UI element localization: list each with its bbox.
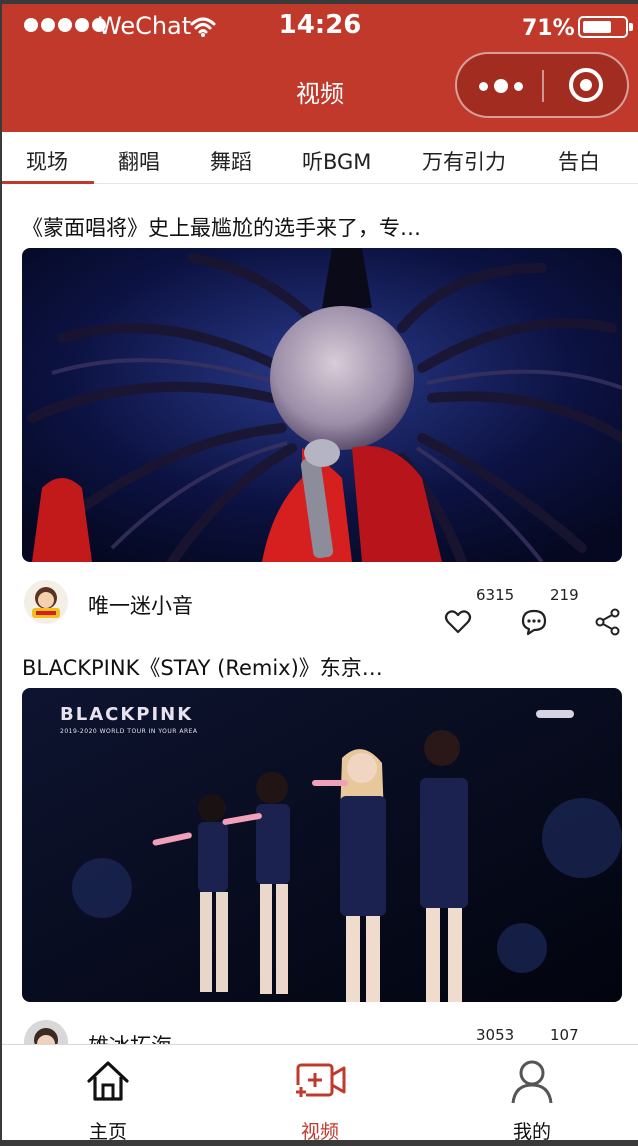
video-thumbnail[interactable]: BLACKPINK 2019-2020 WORLD TOUR IN YOUR A… <box>22 688 622 1002</box>
tabbar-label: 视频 <box>300 1121 339 1140</box>
like-count: 6315 <box>476 586 515 604</box>
phone-screen: WeChat 14:26 71% 视频 现场 翻唱 舞蹈 听BGM 万有引力 告… <box>2 4 638 1140</box>
tab-gaobai[interactable]: 告白 <box>558 146 600 176</box>
tab-xianchang[interactable]: 现场 <box>26 146 68 176</box>
status-bar: WeChat 14:26 71% <box>2 4 638 48</box>
avatar[interactable] <box>24 1020 68 1044</box>
comment-count: 219 <box>550 586 579 604</box>
battery-icon <box>578 16 633 38</box>
tab-wanyouyinli[interactable]: 万有引力 <box>422 146 506 176</box>
tab-ting-bgm[interactable]: 听BGM <box>302 146 371 176</box>
like-count: 3053 <box>476 1026 515 1044</box>
thumbnail-logo: BLACKPINK <box>60 704 194 725</box>
video-thumbnail[interactable] <box>22 248 622 562</box>
author-name[interactable]: 雄冰拓海 <box>88 1030 172 1044</box>
tabbar-label: 我的 <box>512 1121 551 1140</box>
home-icon <box>87 1061 129 1101</box>
author-name[interactable]: 唯一迷小音 <box>88 590 193 620</box>
mini-program-capsule <box>455 52 629 118</box>
person-icon <box>511 1060 553 1104</box>
tabbar-label: 主页 <box>88 1121 127 1140</box>
capsule-divider <box>542 70 544 102</box>
heart-icon[interactable] <box>444 608 472 636</box>
comment-count: 107 <box>550 1026 579 1044</box>
tabbar-me[interactable]: 我的 <box>426 1045 638 1140</box>
video-add-icon <box>294 1063 346 1099</box>
comment-icon[interactable] <box>520 608 548 636</box>
tabbar-video[interactable]: 视频 <box>214 1045 426 1140</box>
category-tabs: 现场 翻唱 舞蹈 听BGM 万有引力 告白 <box>2 132 638 184</box>
avatar[interactable] <box>24 580 68 624</box>
more-dots-icon[interactable] <box>479 79 523 93</box>
header: WeChat 14:26 71% 视频 <box>2 4 638 132</box>
target-close-icon[interactable] <box>569 68 603 102</box>
video-title[interactable]: 《蒙面唱将》史上最尴尬的选手来了，专… <box>22 212 421 242</box>
thumbnail-subtitle: 2019-2020 WORLD TOUR IN YOUR AREA <box>60 728 198 735</box>
video-feed[interactable]: 《蒙面唱将》史上最尴尬的选手来了，专… 唯一迷小音 6315 219 BLACK… <box>2 184 638 1044</box>
tab-wudao[interactable]: 舞蹈 <box>210 146 252 176</box>
video-title[interactable]: BLACKPINK《STAY (Remix)》东京… <box>22 652 383 682</box>
window-bottom-edge <box>0 1140 638 1146</box>
bottom-tab-bar: 主页 视频 我的 <box>2 1044 638 1140</box>
tab-fanchang[interactable]: 翻唱 <box>118 146 160 176</box>
share-icon[interactable] <box>594 608 622 636</box>
battery-percent: 71% <box>522 16 575 41</box>
tabbar-home[interactable]: 主页 <box>2 1045 214 1140</box>
